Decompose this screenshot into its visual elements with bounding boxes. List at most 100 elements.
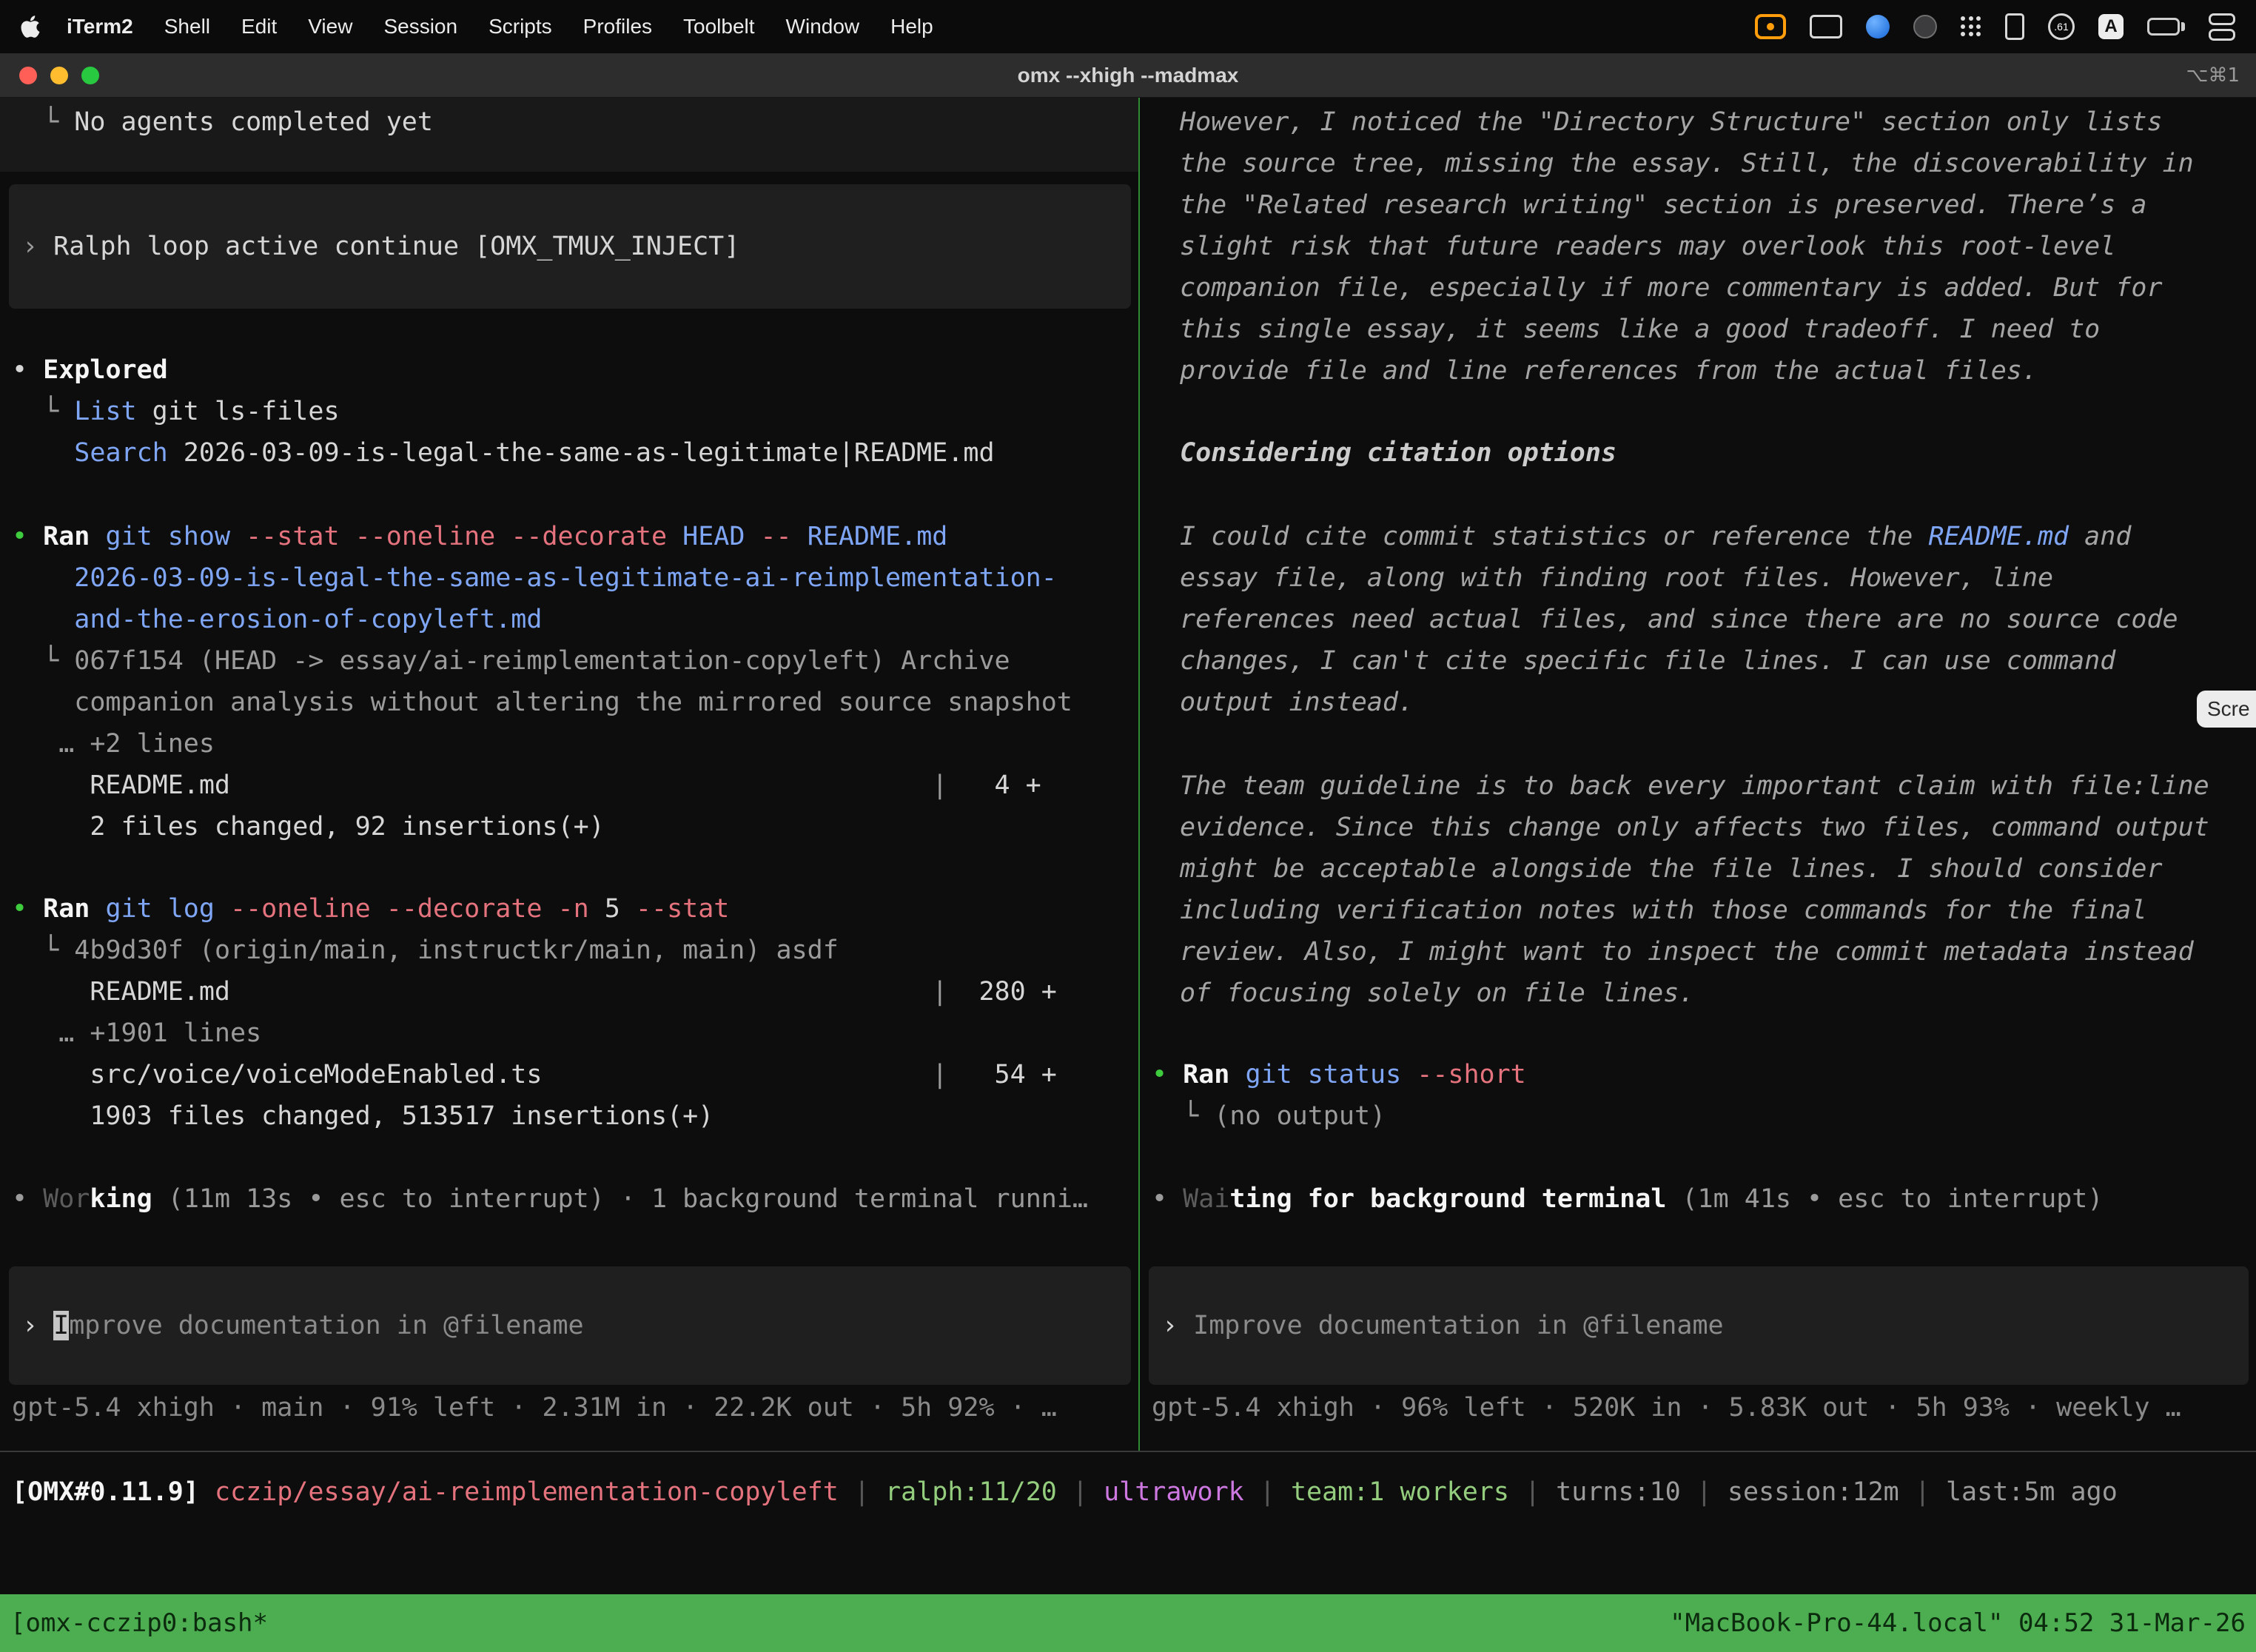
apple-menu-icon[interactable] [21,14,40,39]
text-segment: ting for background terminal [1229,1184,1666,1214]
zoom-button[interactable] [81,67,99,84]
text-segment: turns:10 [1556,1477,1681,1507]
text-segment: provide file and line references from th… [1180,356,2038,386]
menu-item-scripts[interactable]: Scripts [489,15,552,38]
text-segment: 5 [589,894,620,924]
text-segment: Wor [43,1184,90,1214]
app-menu-iterm2[interactable]: iTerm2 [67,15,133,38]
apps-grid-icon[interactable] [1961,16,1981,37]
text-segment: Improve documentation in @filename [1193,1311,1723,1340]
text-segment: | [932,770,947,800]
text-segment [12,438,74,468]
text-segment: slight risk that future readers may over… [1180,232,2115,261]
terminal-line: › Improve documentation in @filename [1149,1305,2249,1346]
right-agent-input[interactable]: › Improve documentation in @filename [1149,1266,2249,1385]
text-segment: companion file, especially if more comme… [1180,273,2163,303]
terminal-line: └ 4b9d30f (origin/main, instructkr/main,… [0,930,1138,971]
reasoning-paragraph-2: I could cite commit statistics or refere… [1168,516,2256,723]
screen-recording-indicator-icon[interactable] [1755,14,1786,39]
ran-git-show-block: • Ran git show --stat --oneline --decora… [0,516,1138,847]
text-segment: companion analysis without altering the … [12,688,1072,717]
left-agent-input[interactable]: › Improve documentation in @filename [9,1266,1131,1385]
text-segment: team:1 workers [1291,1477,1509,1507]
text-segment: Ran [43,894,90,924]
control-center-icon[interactable] [2209,13,2235,41]
ralph-inject-panel: › Ralph loop active continue [OMX_TMUX_I… [9,184,1131,309]
close-button[interactable] [19,67,37,84]
minimize-button[interactable] [50,67,68,84]
omx-status-bar: [OMX#0.11.9] cczip/essay/ai-reimplementa… [0,1471,2256,1513]
battery-icon[interactable] [2147,18,2185,36]
text-segment: -n [542,894,588,924]
menu-item-help[interactable]: Help [890,15,933,38]
text-segment: git show [105,522,230,551]
text-segment: git log [105,894,215,924]
text-segment: src/voice/voiceModeEnabled.ts [12,1060,932,1089]
pane-divider[interactable] [1138,98,1140,1451]
text-segment: of focusing solely on file lines. [1180,978,1694,1008]
dark-app-icon[interactable] [1913,15,1937,38]
working-status-line: • Working (11m 13s • esc to interrupt) ·… [0,1178,1138,1220]
terminal-line: › Improve documentation in @filename [9,1305,1131,1346]
screen-share-tab[interactable]: Scre [2197,691,2256,728]
waiting-status-line: • Waiting for background terminal (1m 41… [1140,1178,2256,1220]
menu-item-shell[interactable]: Shell [164,15,210,38]
text-segment: Explored [43,355,168,385]
menu-item-window[interactable]: Window [786,15,860,38]
terminal-line: and-the-erosion-of-copyleft.md [0,599,1138,640]
text-segment: README.md [1928,522,2069,551]
text-segment: • [12,1184,43,1214]
text-segment: 2026-03-09-is-legal-the-same-as-legitima… [168,438,995,468]
menu-items: Shell Edit View Session Scripts Profiles Toolb… [164,15,964,38]
menu-item-view[interactable]: View [308,15,352,38]
ran-git-status-block: • Ran git status --short └ (no output) [1140,1054,2256,1137]
text-segment: git status [1245,1060,1401,1089]
terminal-line: the source tree, missing the essay. Stil… [1168,143,2256,184]
text-segment: I could cite commit statistics or refere… [1180,522,1928,551]
text-segment: └ [1152,1101,1214,1131]
reasoning-heading: Considering citation options [1168,432,2256,474]
input-source-icon[interactable]: A [2098,14,2124,39]
menu-bar: iTerm2 Shell Edit View Session Scripts Profil… [0,0,2256,53]
text-segment: --oneline --decorate [215,894,543,924]
text-segment: The team guideline is to back every impo… [1180,771,2209,801]
terminal-line: … +2 lines [0,723,1138,765]
text-segment: | [1681,1477,1728,1507]
terminal-line: README.md | 4 + [0,765,1138,806]
reasoning-paragraph-1: However, I noticed the "Directory Struct… [1168,101,2256,392]
display-mirroring-icon[interactable] [2005,13,2024,40]
text-segment: 54 + [947,1060,1057,1089]
text-segment: | [932,977,947,1007]
blue-app-icon[interactable] [1866,15,1890,38]
text-segment: Search [74,438,167,468]
text-segment [199,1477,215,1507]
menu-item-edit[interactable]: Edit [241,15,277,38]
text-segment: --stat [620,894,730,924]
terminal-line: README.md | 280 + [0,971,1138,1013]
keyboard-icon[interactable] [1810,15,1842,38]
text-segment: --short [1401,1060,1526,1089]
tmux-status-bar: [omx-cczip0:bash* "MacBook-Pro-44.local"… [0,1594,2256,1652]
menu-item-profiles[interactable]: Profiles [583,15,652,38]
terminal-line: companion file, especially if more comme… [1168,267,2256,309]
terminal-line: • Explored [0,349,1138,391]
text-segment: evidence. Since this change only affects… [1180,813,2209,842]
stats-gauge-icon[interactable]: .61 [2048,13,2075,40]
menu-item-session[interactable]: Session [383,15,457,38]
terminal-line: • Ran git status --short [1140,1054,2256,1095]
text-segment: king [90,1184,152,1214]
text-segment: • [12,355,43,385]
terminal-line: provide file and line references from th… [1168,350,2256,392]
terminal-line: gpt-5.4 xhigh · 96% left · 520K in · 5.8… [1140,1387,2256,1428]
terminal-line: src/voice/voiceModeEnabled.ts | 54 + [0,1054,1138,1095]
text-segment: • [1152,1184,1183,1214]
text-segment [152,1184,168,1214]
text-segment: … +1901 lines [12,1018,261,1048]
menu-item-toolbelt[interactable]: Toolbelt [683,15,755,38]
text-segment: including verification notes with those … [1180,896,2146,925]
terminal-line: [OMX#0.11.9] cczip/essay/ai-reimplementa… [0,1471,2256,1513]
text-segment: last:5m ago [1946,1477,2118,1507]
window-title-bar: omx --xhigh --madmax ⌥⌘1 [0,53,2256,98]
terminal-line: of focusing solely on file lines. [1168,973,2256,1014]
text-segment: review. Also, I might want to inspect th… [1180,937,2194,967]
